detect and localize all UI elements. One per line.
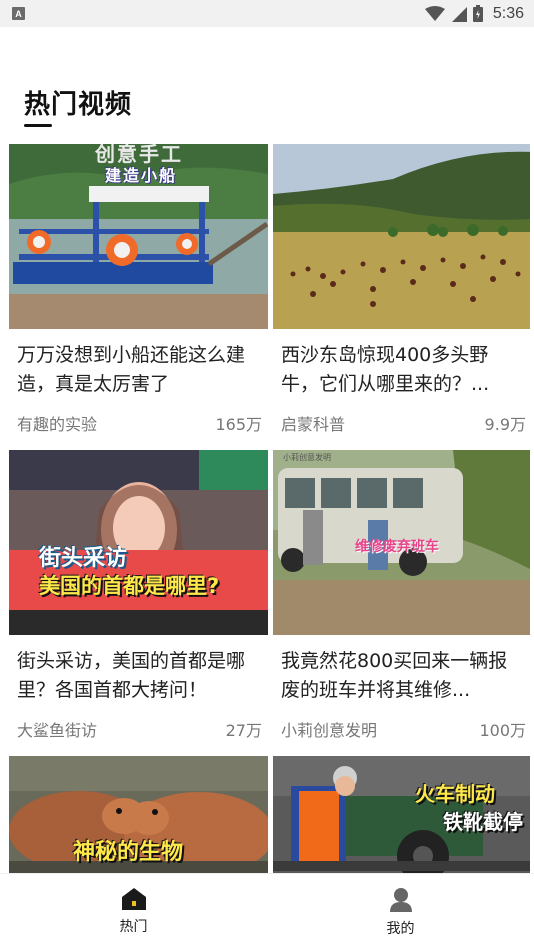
battery-icon (472, 5, 483, 22)
video-title[interactable]: 街头采访，美国的首都是哪里？各国首都大拷问！ (9, 635, 268, 707)
thumbnail-caption: 街头采访 (39, 546, 128, 571)
video-view-count: 9.9万 (484, 415, 526, 434)
video-title[interactable]: 西沙东岛惊现400多头野牛，它们从哪里来的？... (273, 329, 530, 401)
video-author: 有趣的实验 (17, 415, 98, 434)
bottom-tab-bar: 热门 我的 (0, 873, 534, 950)
app-notification-icon: A (12, 7, 25, 20)
wifi-icon (424, 5, 445, 21)
thumbnail-caption: 建造小船 (105, 166, 178, 185)
signal-icon (451, 6, 467, 22)
video-card[interactable]: 西沙东岛惊现400多头野牛，它们从哪里来的？... 启蒙科普 9.9万 (273, 144, 530, 435)
video-thumbnail[interactable] (273, 144, 530, 329)
video-card[interactable]: 神秘的生物 (9, 756, 268, 873)
page-title: 热门视频 (24, 90, 133, 120)
video-view-count: 100万 (479, 721, 526, 740)
video-grid: 创意手工 建造小船 万万没想到小船还能这么建造，真是太厉害了 有趣的实验 165… (9, 144, 530, 873)
thumbnail-top-text: 小莉创意发明 (283, 453, 331, 462)
video-title[interactable]: 万万没想到小船还能这么建造，真是太厉害了 (9, 329, 268, 401)
tab-hot[interactable]: 热门 (0, 874, 267, 950)
video-meta: 大鲨鱼街访 27万 (9, 707, 268, 741)
video-card[interactable]: 街头采访 美国的首都是哪里? 街头采访，美国的首都是哪里？各国首都大拷问！ 大鲨… (9, 450, 268, 741)
thumbnail-sub-caption: 美国的首都是哪里? (39, 574, 220, 598)
video-author: 小莉创意发明 (281, 721, 378, 740)
user-icon (389, 888, 412, 912)
video-card[interactable]: 火车制动 铁靴截停 (273, 756, 530, 873)
video-card[interactable]: 创意手工 建造小船 万万没想到小船还能这么建造，真是太厉害了 有趣的实验 165… (9, 144, 268, 435)
tab-mine[interactable]: 我的 (267, 874, 534, 950)
status-time: 5:36 (492, 4, 524, 22)
video-meta: 启蒙科普 9.9万 (273, 401, 530, 435)
video-author: 启蒙科普 (281, 415, 346, 434)
home-icon (121, 888, 146, 910)
video-meta: 有趣的实验 165万 (9, 401, 268, 435)
video-view-count: 27万 (225, 721, 262, 740)
video-meta: 小莉创意发明 100万 (273, 707, 530, 741)
video-author: 大鲨鱼街访 (17, 721, 98, 740)
thumbnail-caption: 维修废弃班车 (355, 539, 439, 555)
status-bar: A 5:36 (0, 0, 534, 27)
video-card[interactable]: 小莉创意发明 维修废弃班车 我竟然花800买回来一辆报废的班车并将其维修... … (273, 450, 530, 741)
video-view-count: 165万 (215, 415, 262, 434)
video-title[interactable]: 我竟然花800买回来一辆报废的班车并将其维修... (273, 635, 530, 707)
thumbnail-sub-caption: 铁靴截停 (443, 810, 523, 834)
title-underline (24, 124, 52, 127)
thumbnail-caption: 神秘的生物 (73, 840, 184, 865)
tab-label: 热门 (119, 919, 148, 935)
tab-label: 我的 (386, 921, 415, 937)
thumbnail-caption: 火车制动 (415, 782, 495, 806)
